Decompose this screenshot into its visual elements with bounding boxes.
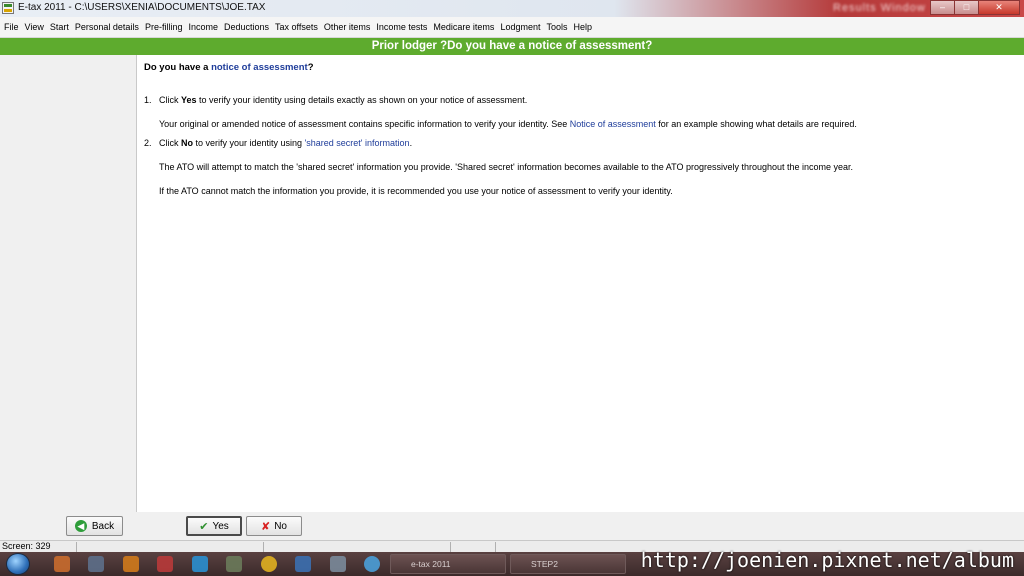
taskbar-step2[interactable]: STEP2 (510, 554, 626, 574)
back-arrow-icon: ◀ (74, 520, 87, 532)
item-1-sub-pre: Your original or amended notice of asses… (159, 119, 570, 129)
status-divider (263, 542, 264, 552)
shared-secret-link[interactable]: 'shared secret' information (305, 138, 410, 148)
item-2-post: . (409, 138, 413, 148)
item-1-pre: Click (159, 95, 181, 105)
yes-button[interactable]: ✔ Yes (186, 516, 242, 536)
status-divider (76, 542, 77, 552)
question-prefix: Do you have a (144, 62, 212, 73)
button-bar: ◀ Back ✔ Yes ✘ No (0, 512, 1024, 540)
taskbar-etax[interactable]: e-tax 2011 (390, 554, 506, 574)
title-bar: E-tax 2011 - C:\USERS\XENIA\DOCUMENTS\JO… (0, 0, 1024, 17)
etax-app-icon (2, 2, 14, 14)
item-1-post: to verify your identity using details ex… (196, 95, 528, 105)
menu-start[interactable]: Start (50, 22, 69, 32)
item-2-no-bold: No (181, 138, 193, 148)
item-2-text: Click No to verify your identity using '… (159, 138, 412, 148)
menu-view[interactable]: View (25, 22, 44, 32)
cross-icon: ✘ (260, 520, 271, 533)
app-icon[interactable] (330, 556, 346, 572)
checkmark-icon: ✔ (199, 520, 209, 533)
close-icon[interactable]: ✕ (978, 0, 1020, 15)
window-title: E-tax 2011 - C:\USERS\XENIA\DOCUMENTS\JO… (18, 2, 266, 13)
app-icon[interactable] (157, 556, 173, 572)
menu-medicare-items[interactable]: Medicare items (433, 22, 494, 32)
item-2-mid: to verify your identity using (193, 138, 305, 148)
menu-personal-details[interactable]: Personal details (75, 22, 139, 32)
item-1-text: Click Yes to verify your identity using … (159, 95, 527, 105)
menu-bar: File View Start Personal details Pre-fil… (0, 17, 1024, 38)
menu-tax-offsets[interactable]: Tax offsets (275, 22, 318, 32)
item-2-subtext-1: The ATO will attempt to match the 'share… (159, 162, 854, 172)
maximize-icon[interactable]: □ (954, 0, 979, 15)
etax-window: E-tax 2011 - C:\USERS\XENIA\DOCUMENTS\JO… (0, 0, 1024, 576)
item-1-number: 1. (144, 95, 152, 105)
word-icon[interactable] (295, 556, 311, 572)
menu-deductions[interactable]: Deductions (224, 22, 269, 32)
explorer-icon[interactable] (88, 556, 104, 572)
question-suffix: ? (307, 62, 314, 73)
notice-of-assessment-link[interactable]: notice of assessment (211, 62, 308, 73)
menu-pre-filling[interactable]: Pre-filling (145, 22, 183, 32)
watermark-url: http://joenien.pixnet.net/album (640, 548, 1014, 572)
item-2-number: 2. (144, 138, 152, 148)
notice-of-assessment-example-link[interactable]: Notice of assessment (570, 119, 656, 129)
minimize-icon[interactable]: – (930, 0, 955, 15)
menu-help[interactable]: Help (573, 22, 592, 32)
no-label: No (274, 520, 287, 532)
skype-icon[interactable] (192, 556, 208, 572)
app-icon[interactable] (226, 556, 242, 572)
chrome-icon[interactable] (261, 556, 277, 572)
screen-number: Screen: 329 (2, 541, 51, 551)
no-button[interactable]: ✘ No (246, 516, 302, 536)
item-1-subtext: Your original or amended notice of asses… (159, 119, 857, 129)
menu-tools[interactable]: Tools (546, 22, 567, 32)
ie-icon[interactable] (364, 556, 380, 572)
media-player-icon[interactable] (123, 556, 139, 572)
status-divider (495, 542, 496, 552)
back-label: Back (91, 520, 115, 532)
start-button-icon[interactable] (6, 553, 30, 575)
item-1-sub-post: for an example showing what details are … (655, 119, 857, 129)
yes-label: Yes (212, 520, 229, 532)
question-heading: Do you have a notice of assessment? (144, 62, 314, 73)
side-panel (0, 55, 137, 512)
item-1-yes-bold: Yes (181, 95, 197, 105)
main-content: Do you have a notice of assessment? 1. C… (137, 55, 1024, 512)
item-2-subtext-2: If the ATO cannot match the information … (159, 186, 673, 196)
browser-icon[interactable] (54, 556, 70, 572)
menu-lodgment[interactable]: Lodgment (500, 22, 540, 32)
back-button[interactable]: ◀ Back (66, 516, 123, 536)
blurred-window-text: Results Window (833, 2, 926, 14)
window-controls: – □ ✕ (930, 0, 1020, 15)
menu-income-tests[interactable]: Income tests (376, 22, 427, 32)
menu-other-items[interactable]: Other items (324, 22, 371, 32)
status-divider (450, 542, 451, 552)
menu-income[interactable]: Income (188, 22, 218, 32)
item-2-pre: Click (159, 138, 181, 148)
page-title: Prior lodger ?Do you have a notice of as… (0, 38, 1024, 55)
menu-file[interactable]: File (4, 22, 19, 32)
